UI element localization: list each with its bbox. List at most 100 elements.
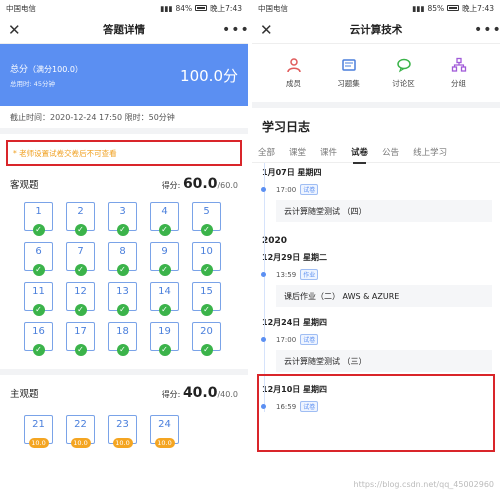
title-bar: ✕ 云计算技术 ••• [252,16,500,44]
log-entry-card[interactable]: 云计算随堂测试 （四） [276,200,492,222]
question-box[interactable]: 23 10.0 [108,415,137,448]
module-exercises[interactable]: 习题集 [326,57,372,89]
objective-score-denominator: /60.0 [217,181,238,190]
question-box[interactable]: 15 ✓ [192,282,221,316]
question-box[interactable]: 17 ✓ [66,322,95,356]
correct-check-icon: ✓ [74,264,87,276]
question-number: 2 [77,206,84,217]
question-number: 11 [32,286,45,297]
points-badge: 10.0 [28,438,49,448]
module-members[interactable]: 成员 [271,57,317,89]
log-entry-card[interactable]: 课后作业（二） AWS & AZURE [276,285,492,307]
question-number: 18 [116,326,129,337]
question-number: 19 [158,326,171,337]
question-box[interactable]: 20 ✓ [192,322,221,356]
points-badge: 10.0 [112,438,133,448]
tab-1[interactable]: 课堂 [289,146,306,158]
deadline-info: 截止时间：2020-12-24 17:50 限时：50分钟 [0,106,248,134]
module-groups[interactable]: 分组 [436,57,482,89]
clock: 晚上7:43 [462,3,494,13]
question-box[interactable]: 12 ✓ [66,282,95,316]
close-icon[interactable]: ✕ [8,21,26,39]
question-box[interactable]: 24 10.0 [150,415,179,448]
subjective-header: 主观题 得分: 40.0/40.0 [0,385,248,401]
question-number: 15 [200,286,213,297]
question-number: 6 [35,246,42,257]
carrier-label: 中国电信 [6,3,36,13]
question-box[interactable]: 7 ✓ [66,242,95,276]
log-entry-time: 17:00 试卷 [261,184,500,195]
question-box[interactable]: 22 10.0 [66,415,95,448]
objective-header: 客观题 得分: 60.0/60.0 [0,176,248,192]
subjective-score: 40.0 [182,385,218,401]
question-box[interactable]: 4 ✓ [150,202,179,236]
question-number: 23 [116,419,129,430]
timeline-dot [261,187,266,192]
learning-log-title: 学习日志 [262,120,311,134]
question-box[interactable]: 8 ✓ [108,242,137,276]
question-box[interactable]: 18 ✓ [108,322,137,356]
question-box[interactable]: 19 ✓ [150,322,179,356]
tab-2[interactable]: 课件 [320,146,337,158]
correct-check-icon: ✓ [32,264,45,276]
objective-question-grid: 1 ✓ 2 ✓ 3 ✓ 4 ✓ 5 ✓ 6 ✓ 7 ✓ 8 ✓ 9 ✓ 10 ✓ 11 ✓ 12 ✓ 13 ✓ 14 ✓ 15 ✓ 16 ✓ 1… [0,202,248,356]
question-box[interactable]: 1 ✓ [24,202,53,236]
question-box[interactable]: 9 ✓ [150,242,179,276]
score-card: 总分（满分100.0） 总用时: 45分钟 100.0分 [0,44,248,106]
question-box[interactable]: 13 ✓ [108,282,137,316]
objective-score-prefix: 得分: [161,181,183,190]
question-box[interactable]: 6 ✓ [24,242,53,276]
full-score-label: （满分100.0） [28,65,83,74]
course-screen: 中国电信 ▮▮▮ 85% 晚上7:43 ✕ 云计算技术 ••• 成员 习题集 讨… [252,0,500,495]
entry-time-text: 17:00 [276,185,297,194]
battery-percent: 85% [427,3,445,13]
status-bar: 中国电信 ▮▮▮ 84% 晚上7:43 [0,0,248,16]
members-icon [286,58,301,73]
log-entry-card[interactable]: 云计算随堂测试 （三） [276,350,492,372]
question-number: 17 [74,326,87,337]
total-score-label: 总分 [10,65,29,75]
entry-title: 课后作业（二） AWS & AZURE [284,291,400,301]
tab-4[interactable]: 公告 [382,146,399,158]
entry-tag: 作业 [300,269,319,280]
question-box[interactable]: 2 ✓ [66,202,95,236]
question-box[interactable]: 5 ✓ [192,202,221,236]
tab-3[interactable]: 试卷 [351,146,368,164]
correct-check-icon: ✓ [74,224,87,236]
question-box[interactable]: 3 ✓ [108,202,137,236]
correct-check-icon: ✓ [158,224,171,236]
correct-check-icon: ✓ [74,344,87,356]
question-number: 24 [158,419,171,430]
timeline-dot [261,337,266,342]
close-icon[interactable]: ✕ [260,21,278,39]
time-used: 总用时: 45分钟 [10,80,56,88]
question-box[interactable]: 16 ✓ [24,322,53,356]
page-title: 答题详情 [103,24,145,36]
entry-tag: 试卷 [300,334,319,345]
question-box[interactable]: 11 ✓ [24,282,53,316]
question-box[interactable]: 14 ✓ [150,282,179,316]
log-year: 2020 [262,236,288,246]
highlight-box [257,374,495,452]
tab-5[interactable]: 线上学习 [413,146,447,158]
more-icon[interactable]: ••• [222,22,248,38]
question-box[interactable]: 10 ✓ [192,242,221,276]
group-icon [451,57,466,72]
notice-highlight: * 老师设置试卷交卷后不可查看 [6,140,242,166]
module-bar: 成员 习题集 讨论区 分组 [252,44,500,108]
entry-tag: 试卷 [300,184,319,195]
correct-check-icon: ✓ [200,304,213,316]
tab-0[interactable]: 全部 [258,146,275,158]
notice-text: * 老师设置试卷交卷后不可查看 [13,148,117,158]
question-number: 14 [158,286,171,297]
log-entry-time: 13:59 作业 [261,269,500,280]
more-icon[interactable]: ••• [474,22,500,38]
module-discussion[interactable]: 讨论区 [381,57,427,89]
course-title: 云计算技术 [349,24,403,36]
question-number: 3 [119,206,126,217]
correct-check-icon: ✓ [200,344,213,356]
module-label: 习题集 [337,79,360,88]
question-box[interactable]: 21 10.0 [24,415,53,448]
signal-icon: ▮▮▮ [412,3,425,13]
correct-check-icon: ✓ [158,344,171,356]
